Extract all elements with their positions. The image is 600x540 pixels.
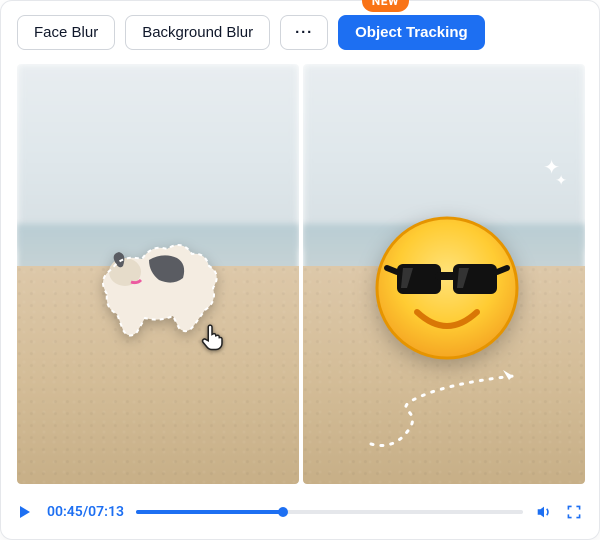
preview-left[interactable]: [17, 64, 299, 484]
tab-more[interactable]: ···: [280, 15, 328, 50]
progress-thumb[interactable]: [278, 507, 288, 517]
player-bar: 00:45/07:13: [17, 495, 583, 529]
time-display: 00:45/07:13: [47, 504, 124, 520]
preview-right[interactable]: ✦✦: [303, 64, 585, 484]
sparkle-icon: ✦✦: [543, 160, 567, 188]
tab-background-blur[interactable]: Background Blur: [125, 15, 270, 50]
fullscreen-icon: [566, 504, 582, 520]
current-time: 00:45: [47, 504, 83, 520]
hand-pointer-icon: [197, 322, 227, 352]
preview-split: ✦✦: [17, 64, 585, 484]
motion-path-arrow-icon: [363, 364, 543, 464]
volume-button[interactable]: [535, 503, 553, 521]
new-badge: NEW: [362, 0, 409, 12]
tab-object-tracking[interactable]: Object Tracking: [338, 15, 485, 50]
progress-bar[interactable]: [136, 510, 523, 514]
tab-face-blur[interactable]: Face Blur: [17, 15, 115, 50]
volume-icon: [535, 503, 553, 521]
tool-tabs: Face Blur Background Blur ··· Object Tra…: [17, 15, 583, 50]
play-button[interactable]: [17, 503, 35, 521]
play-icon: [17, 504, 33, 520]
fullscreen-button[interactable]: [565, 503, 583, 521]
sunglasses-emoji-overlay[interactable]: [373, 214, 521, 362]
duration: 07:13: [88, 504, 124, 520]
progress-fill: [136, 510, 283, 514]
video-editor-card: NEW Face Blur Background Blur ··· Object…: [0, 0, 600, 540]
